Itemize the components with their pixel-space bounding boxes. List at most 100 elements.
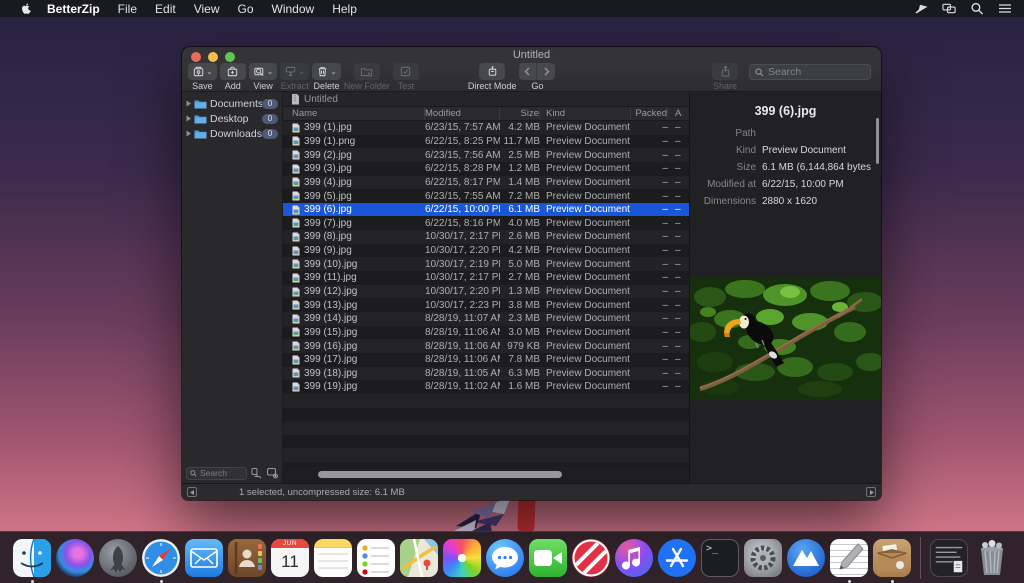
table-row[interactable]: 399 (14).jpg 8/28/19, 11:07 AM 2.3 MB Pr… [283, 312, 689, 326]
displays-icon[interactable] [942, 2, 956, 15]
table-row[interactable]: 399 (10).jpg 10/30/17, 2:19 PM 5.0 MB Pr… [283, 257, 689, 271]
column-header-modified[interactable]: Modified [425, 107, 500, 120]
menu-item-help[interactable]: Help [332, 2, 357, 16]
disclosure-triangle-icon[interactable] [185, 130, 192, 137]
image-file-icon [292, 314, 300, 324]
toolbar-button-direct-mode[interactable]: Direct Mode [468, 63, 517, 91]
disclosure-triangle-icon[interactable] [185, 100, 192, 107]
dock-icon-trash[interactable] [973, 539, 1011, 577]
table-row[interactable]: 399 (19).jpg 8/28/19, 11:02 AM 1.6 MB Pr… [283, 380, 689, 394]
dock-icon-finder[interactable] [13, 539, 51, 577]
info-file-name: 399 (6).jpg [690, 104, 881, 118]
column-header-kind[interactable]: Kind [540, 107, 631, 120]
table-row[interactable]: 399 (4).jpg 6/22/15, 8:17 PM 1.4 MB Prev… [283, 176, 689, 190]
minimize-button[interactable] [208, 52, 218, 62]
table-row[interactable]: 399 (9).jpg 10/30/17, 2:20 PM 4.2 MB Pre… [283, 244, 689, 258]
dock-icon-reminders[interactable] [357, 539, 395, 577]
dock-icon-notes[interactable] [314, 539, 352, 577]
table-row[interactable]: 399 (5).jpg 6/23/15, 7:55 AM 7.2 MB Prev… [283, 189, 689, 203]
dock-icon-launchpad[interactable] [99, 539, 137, 577]
table-row[interactable]: 399 (12).jpg 10/30/17, 2:20 PM 1.3 MB Pr… [283, 285, 689, 299]
column-header-size[interactable]: Size [500, 107, 540, 120]
menu-item-edit[interactable]: Edit [155, 2, 176, 16]
info-label-modified-at: Modified at [690, 179, 756, 190]
dock-icon-archive-box-app[interactable] [873, 539, 911, 577]
dock-icon-news[interactable] [572, 539, 610, 577]
column-header-packed[interactable]: Packed [631, 107, 668, 120]
table-row[interactable]: 399 (11).jpg 10/30/17, 2:17 PM 2.7 MB Pr… [283, 271, 689, 285]
dock-icon-system-preferences[interactable] [744, 539, 782, 577]
dock-icon-minimized-window[interactable] [930, 539, 968, 577]
go-forward-button[interactable] [537, 63, 555, 80]
table-row[interactable]: 399 (18).jpg 8/28/19, 11:05 AM 6.3 MB Pr… [283, 367, 689, 381]
sidebar-toggle-button[interactable] [187, 487, 197, 497]
dock-icon-mail[interactable] [185, 539, 223, 577]
dock-icon-photos[interactable] [443, 539, 481, 577]
spotlight-search-icon[interactable] [970, 2, 984, 15]
go-back-button[interactable] [519, 63, 537, 80]
dock-icon-calendar[interactable]: JUN11 [271, 539, 309, 577]
table-row[interactable]: 399 (17).jpg 8/28/19, 11:06 AM 7.8 MB Pr… [283, 353, 689, 367]
toolbar-button-delete[interactable]: ⌄ Delete [312, 63, 341, 91]
sidebar-search-field[interactable] [186, 467, 247, 480]
path-bar[interactable]: Untitled [283, 92, 689, 107]
dock-icon-messages[interactable] [486, 539, 524, 577]
apple-menu-icon[interactable] [20, 2, 33, 15]
info-panel-toggle-button[interactable] [866, 487, 876, 497]
column-header-name[interactable]: Name [283, 107, 425, 120]
dock-icon-facetime[interactable] [529, 539, 567, 577]
dock-icon-contacts[interactable] [228, 539, 266, 577]
menu-item-view[interactable]: View [194, 2, 220, 16]
title-bar[interactable]: Untitled [182, 47, 881, 63]
disclosure-triangle-icon[interactable] [185, 115, 192, 122]
item-count-badge: 0 [262, 129, 278, 139]
menu-list-icon[interactable] [998, 2, 1012, 15]
column-header-a[interactable]: A [668, 107, 685, 120]
dock-icon-safari[interactable] [142, 539, 180, 577]
sidebar-search-input[interactable] [200, 468, 243, 478]
flat-view-toggle-icon[interactable] [250, 467, 263, 479]
table-row[interactable]: 399 (16).jpg 8/28/19, 11:06 AM 979 KB Pr… [283, 339, 689, 353]
table-row[interactable]: 399 (8).jpg 10/30/17, 2:17 PM 2.6 MB Pre… [283, 230, 689, 244]
menu-item-window[interactable]: Window [272, 2, 315, 16]
sidebar-item-documents[interactable]: Documents 0 [182, 96, 282, 111]
table-row[interactable]: 399 (7).jpg 6/22/15, 8:16 PM 4.0 MB Prev… [283, 216, 689, 230]
preview-toggle-icon[interactable] [266, 467, 279, 479]
menu-app-name[interactable]: BetterZip [47, 2, 100, 16]
close-button[interactable] [191, 52, 201, 62]
cursor-flag-icon[interactable] [914, 2, 928, 15]
chevron-left-icon [523, 67, 532, 76]
table-row[interactable]: 399 (13).jpg 10/30/17, 2:23 PM 3.8 MB Pr… [283, 298, 689, 312]
table-row[interactable]: 399 (2).jpg 6/23/15, 7:56 AM 2.5 MB Prev… [283, 148, 689, 162]
dock-icon-maps[interactable] [400, 539, 438, 577]
image-file-icon [292, 246, 300, 256]
table-row[interactable]: 399 (6).jpg 6/22/15, 10:00 PM 6.1 MB Pre… [283, 203, 689, 217]
toolbar-button-add[interactable]: Add [220, 63, 246, 91]
toolbar-search-field[interactable] [749, 64, 871, 80]
sidebar-item-downloads[interactable]: Downloads 0 [182, 126, 282, 141]
dock-icon-siri[interactable] [56, 539, 94, 577]
menu-item-file[interactable]: File [118, 2, 137, 16]
info-panel-scrollbar[interactable] [876, 118, 879, 164]
table-row[interactable]: 399 (15).jpg 8/28/19, 11:06 AM 3.0 MB Pr… [283, 326, 689, 340]
image-file-icon [292, 164, 300, 174]
table-row[interactable]: 399 (3).jpg 6/22/15, 8:28 PM 1.2 MB Prev… [283, 162, 689, 176]
toolbar-button-view[interactable]: ⌄ View [249, 63, 278, 91]
chevron-right-icon [542, 67, 551, 76]
menu-item-go[interactable]: Go [238, 2, 254, 16]
table-row[interactable]: 399 (1).png 6/22/15, 8:25 PM 11.7 MB Pre… [283, 135, 689, 149]
sidebar-item-desktop[interactable]: Desktop 0 [182, 111, 282, 126]
dock-icon-textedit[interactable] [830, 539, 868, 577]
dock-icon-terminal[interactable]: >_ [701, 539, 739, 577]
zoom-button[interactable] [225, 52, 235, 62]
horizontal-scrollbar[interactable] [283, 467, 689, 483]
table-row[interactable]: 399 (1).jpg 6/23/15, 7:57 AM 4.2 MB Prev… [283, 121, 689, 135]
toolbar-search-input[interactable] [768, 66, 865, 78]
toolbar-button-save[interactable]: ⌄ Save [188, 63, 217, 91]
scrollbar-thumb[interactable] [318, 471, 562, 478]
dock-icon-itunes[interactable] [615, 539, 653, 577]
dock-icon-blue-mountain-app[interactable] [787, 539, 825, 577]
image-file-icon [292, 177, 300, 187]
dock-icon-app-store[interactable] [658, 539, 696, 577]
table-header[interactable]: NameModifiedSizeKindPackedA [283, 107, 689, 121]
